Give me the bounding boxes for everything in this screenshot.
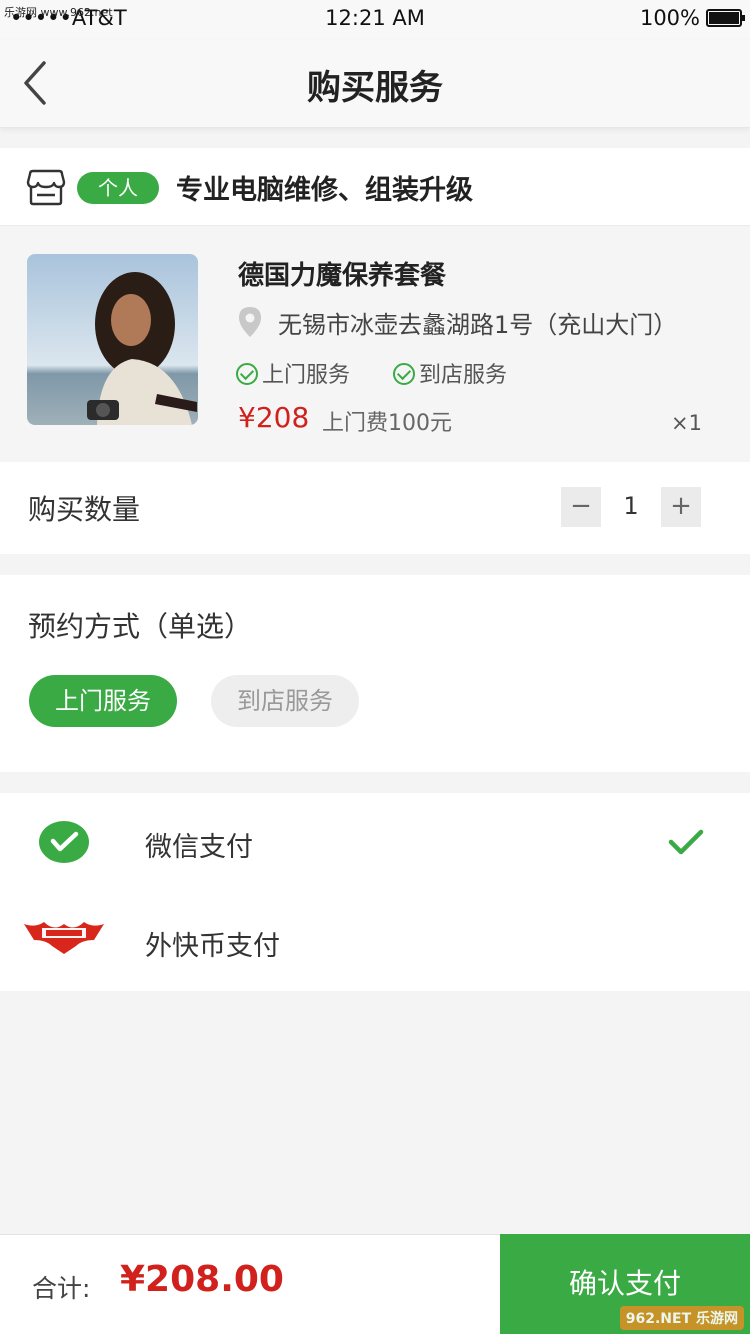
product-photo <box>27 254 198 425</box>
total-label: 合计: <box>32 1274 91 1303</box>
battery-icon <box>706 9 745 27</box>
battery-percent: 100% <box>639 6 700 30</box>
store-icon <box>26 169 66 206</box>
decrease-button[interactable]: − <box>561 487 601 527</box>
shop-header[interactable]: 个人 专业电脑维修、组装升级 <box>0 148 750 226</box>
product-address: 无锡市冰壶去蠡湖路1号（充山大门） <box>278 311 678 339</box>
checkmark-icon <box>668 829 704 855</box>
quantity-badge: ×1 <box>671 411 702 435</box>
option-home-service[interactable]: 上门服务 <box>29 675 177 727</box>
service-tag-store: 到店服务 <box>393 357 507 389</box>
payment-option-wechat[interactable]: 微信支付 <box>0 793 750 892</box>
service-tag-home: 上门服务 <box>236 357 350 389</box>
total-amount: ¥208.00 <box>120 1259 284 1300</box>
location-pin-icon <box>239 307 261 337</box>
payment-label-wechat: 微信支付 <box>145 832 253 863</box>
waikuai-logo-icon <box>24 922 104 954</box>
status-bar: •••••AT&T 乐游网 www.962.net 12:21 AM 100% <box>0 0 750 40</box>
option-store-service[interactable]: 到店服务 <box>211 675 359 727</box>
booking-method-label: 预约方式（单选） <box>28 610 253 643</box>
wechat-pay-icon <box>39 821 89 863</box>
booking-method-section: 预约方式（单选） 上门服务 到店服务 <box>0 575 750 772</box>
nav-bar: 购买服务 <box>0 40 750 128</box>
check-circle-icon <box>393 363 415 385</box>
clock: 12:21 AM <box>325 6 425 30</box>
quantity-row: 购买数量 − 1 + <box>0 462 750 554</box>
shop-type-badge: 个人 <box>77 172 159 204</box>
product-name: 德国力魔保养套餐 <box>238 261 447 291</box>
quantity-value: 1 <box>623 492 639 520</box>
page-title: 购买服务 <box>307 68 443 108</box>
product-card: 德国力魔保养套餐 无锡市冰壶去蠡湖路1号（充山大门） 上门服务 到店服务 ¥20… <box>0 227 750 462</box>
visit-fee: 上门费100元 <box>322 411 452 436</box>
payment-option-waikuai[interactable]: 外快币支付 <box>0 892 750 991</box>
quantity-label: 购买数量 <box>28 493 141 526</box>
payment-label-waikuai: 外快币支付 <box>145 931 280 962</box>
checkout-bar: 合计: ¥208.00 确认支付 962.NET 乐游网 <box>0 1234 750 1334</box>
payment-methods: 微信支付 外快币支付 <box>0 793 750 991</box>
watermark-logo: 962.NET 乐游网 <box>619 1306 744 1330</box>
product-price: ¥208 <box>238 401 310 434</box>
check-circle-icon <box>236 363 258 385</box>
shop-name: 专业电脑维修、组装升级 <box>176 175 473 206</box>
increase-button[interactable]: + <box>661 487 701 527</box>
